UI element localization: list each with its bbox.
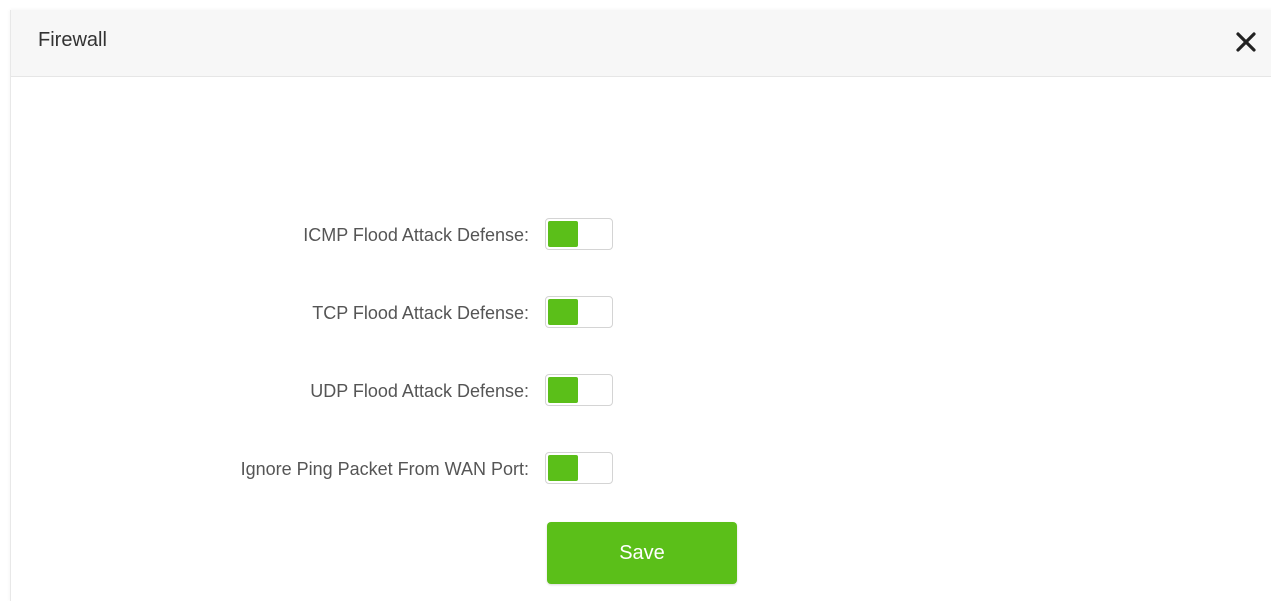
udp-flood-toggle[interactable] <box>545 374 613 406</box>
icmp-flood-toggle[interactable] <box>545 218 613 250</box>
close-icon <box>1236 32 1256 52</box>
ignore-ping-label: Ignore Ping Packet From WAN Port: <box>240 459 529 479</box>
icmp-flood-label: ICMP Flood Attack Defense: <box>303 225 529 245</box>
dialog-header: Firewall <box>11 10 1271 77</box>
firewall-dialog: Firewall ICMP Flood Attack Defense: TCP … <box>10 10 1271 601</box>
toggle-on-indicator <box>548 221 578 247</box>
toggle-knob <box>580 455 610 481</box>
close-button[interactable] <box>1234 30 1258 54</box>
toggle-on-indicator <box>548 377 578 403</box>
tcp-flood-row: TCP Flood Attack Defense: <box>11 296 1271 330</box>
tcp-flood-toggle[interactable] <box>545 296 613 328</box>
toggle-knob <box>580 299 610 325</box>
dialog-title: Firewall <box>38 29 107 51</box>
save-button[interactable]: Save <box>547 522 737 584</box>
toggle-knob <box>580 377 610 403</box>
toggle-knob <box>580 221 610 247</box>
ignore-ping-toggle[interactable] <box>545 452 613 484</box>
toggle-on-indicator <box>548 299 578 325</box>
udp-flood-row: UDP Flood Attack Defense: <box>11 374 1271 408</box>
udp-flood-label: UDP Flood Attack Defense: <box>310 381 529 401</box>
icmp-flood-row: ICMP Flood Attack Defense: <box>11 218 1271 252</box>
tcp-flood-label: TCP Flood Attack Defense: <box>312 303 529 323</box>
toggle-on-indicator <box>548 455 578 481</box>
ignore-ping-row: Ignore Ping Packet From WAN Port: <box>11 452 1271 486</box>
